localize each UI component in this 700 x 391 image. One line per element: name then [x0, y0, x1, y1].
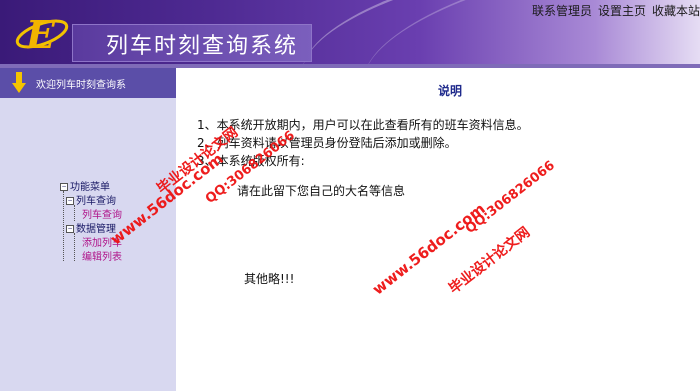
top-links: 联系管理员 设置主页 收藏本站 — [526, 2, 700, 19]
sidebar-header: 欢迎列车时刻查询系 — [0, 68, 176, 98]
tree-root[interactable]: − 功能菜单 — [60, 181, 122, 195]
down-arrow-icon — [12, 72, 26, 93]
tree-group-train-query[interactable]: − 列车查询 — [60, 195, 122, 209]
function-menu-tree: − 功能菜单 − 列车查询 列车查询 − 数据管理 添加列车 编辑列表 — [60, 181, 122, 265]
app-title: 列车时刻查询系统 — [106, 34, 299, 59]
bookmark-link[interactable]: 收藏本站 — [652, 4, 700, 18]
menu-item-edit-list[interactable]: 编辑列表 — [60, 251, 122, 265]
collapse-icon[interactable]: − — [60, 183, 68, 191]
set-homepage-link[interactable]: 设置主页 — [598, 4, 646, 18]
collapse-icon[interactable]: − — [66, 197, 74, 205]
tree-group-label: 列车查询 — [76, 196, 116, 207]
collapse-icon[interactable]: − — [66, 225, 74, 233]
contact-admin-link[interactable]: 联系管理员 — [532, 4, 592, 18]
info-line-4: 请在此留下您自己的大名等信息 — [237, 184, 406, 198]
svg-text:E: E — [25, 12, 56, 56]
logo-icon: E — [15, 12, 69, 56]
header-banner: E 列车时刻查询系统 联系管理员 设置主页 收藏本站 — [0, 0, 700, 64]
tree-root-label: 功能菜单 — [70, 182, 110, 193]
info-line-1: 1、本系统开放期内，用户可以在此查看所有的班车资料信息。 — [197, 118, 529, 132]
menu-item-train-query[interactable]: 列车查询 — [60, 209, 122, 223]
page-title: 说明 — [438, 84, 463, 98]
sidebar: 欢迎列车时刻查询系 − 功能菜单 − 列车查询 列车查询 − 数据管理 添加列车 编辑… — [0, 68, 176, 391]
sidebar-header-text: 欢迎列车时刻查询系 — [36, 80, 126, 91]
info-line-5: 其他略!!! — [244, 272, 295, 286]
